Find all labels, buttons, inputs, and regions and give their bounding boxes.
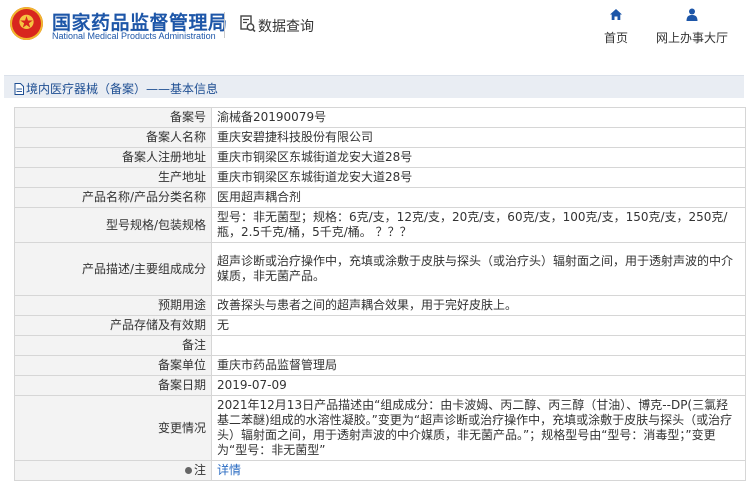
table-row: 备案单位 重庆市药品监督管理局 [14, 355, 746, 376]
field-key: 备案人注册地址 [14, 147, 212, 168]
data-search-icon [240, 15, 256, 37]
field-key: 备注 [14, 335, 212, 356]
nav-home-label: 首页 [603, 31, 628, 45]
field-key: 型号规格/包装规格 [14, 207, 212, 243]
document-icon [14, 83, 24, 98]
breadcrumb-bar: 境内医疗器械（备案）——基本信息 [4, 75, 744, 98]
table-row: 备案日期 2019-07-09 [14, 375, 746, 396]
field-value: 渝械备20190079号 [211, 107, 746, 128]
nav-online-office-label: 网上办事大厅 [655, 31, 728, 45]
page-label: 数据查询 [258, 19, 314, 35]
table-row: 产品名称/产品分类名称 医用超声耦合剂 [14, 187, 746, 208]
field-key: 产品描述/主要组成成分 [14, 242, 212, 296]
field-value: 重庆市铜梁区东城街道龙安大道28号 [211, 147, 746, 168]
header-divider [224, 12, 225, 38]
field-key: 备案号 [14, 107, 212, 128]
field-key: 备案人名称 [14, 127, 212, 148]
record-table: 备案号 渝械备20190079号 备案人名称 重庆安碧捷科技股份有限公司 备案人… [14, 107, 746, 481]
field-value [211, 335, 746, 356]
field-key: 备案单位 [14, 355, 212, 376]
site-header: 国家药品监督管理局 National Medical Products Admi… [0, 0, 746, 52]
field-key: 备案日期 [14, 375, 212, 396]
details-link[interactable]: 详情 [217, 463, 241, 477]
table-row: 生产地址 重庆市铜梁区东城街道龙安大道28号 [14, 167, 746, 188]
user-icon [650, 8, 734, 24]
field-value: 医用超声耦合剂 [211, 187, 746, 208]
table-row: 备案人名称 重庆安碧捷科技股份有限公司 [14, 127, 746, 148]
field-value: 超声诊断或治疗操作中，充填或涂敷于皮肤与探头（或治疗头）辐射面之间，用于透射声波… [211, 242, 746, 296]
table-row: 备案人注册地址 重庆市铜梁区东城街道龙安大道28号 [14, 147, 746, 168]
nav-online-office[interactable]: 网上办事大厅 [650, 8, 734, 46]
field-value: 2021年12月13日产品描述由“组成成分：由卡波姆、丙二醇、丙三醇（甘油）、博… [211, 395, 746, 461]
table-row: 备注 [14, 335, 746, 356]
table-row: 变更情况 2021年12月13日产品描述由“组成成分：由卡波姆、丙二醇、丙三醇（… [14, 395, 746, 461]
field-key: 变更情况 [14, 395, 212, 461]
field-key: 预期用途 [14, 295, 212, 316]
home-icon [598, 8, 634, 24]
field-value: 重庆安碧捷科技股份有限公司 [211, 127, 746, 148]
table-row: 备案号 渝械备20190079号 [14, 107, 746, 128]
field-key: 生产地址 [14, 167, 212, 188]
field-key: 产品名称/产品分类名称 [14, 187, 212, 208]
field-value: 改善探头与患者之间的超声耦合效果，用于完好皮肤上。 [211, 295, 746, 316]
site-name-en: National Medical Products Administration [52, 31, 216, 41]
table-row: 产品描述/主要组成成分 超声诊断或治疗操作中，充填或涂敷于皮肤与探头（或治疗头）… [14, 242, 746, 296]
field-value: 无 [211, 315, 746, 336]
field-value: 2019-07-09 [211, 375, 746, 396]
field-value: 重庆市药品监督管理局 [211, 355, 746, 376]
table-row: 型号规格/包装规格 型号：非无菌型；规格：6克/支，12克/支，20克/支，60… [14, 207, 746, 243]
nav-home[interactable]: 首页 [598, 8, 634, 46]
field-key: 产品存储及有效期 [14, 315, 212, 336]
field-value: 重庆市铜梁区东城街道龙安大道28号 [211, 167, 746, 188]
breadcrumb: 境内医疗器械（备案）——基本信息 [14, 80, 218, 98]
table-row: 产品存储及有效期 无 [14, 315, 746, 336]
national-emblem-icon [10, 7, 43, 40]
table-row: 预期用途 改善探头与患者之间的超声耦合效果，用于完好皮肤上。 [14, 295, 746, 316]
field-value: 型号：非无菌型；规格：6克/支，12克/支，20克/支，60克/支，100克/支… [211, 207, 746, 243]
breadcrumb-text: 境内医疗器械（备案）——基本信息 [26, 82, 219, 96]
lightbulb-icon [184, 467, 192, 474]
note-key-label: 注 [193, 463, 206, 477]
